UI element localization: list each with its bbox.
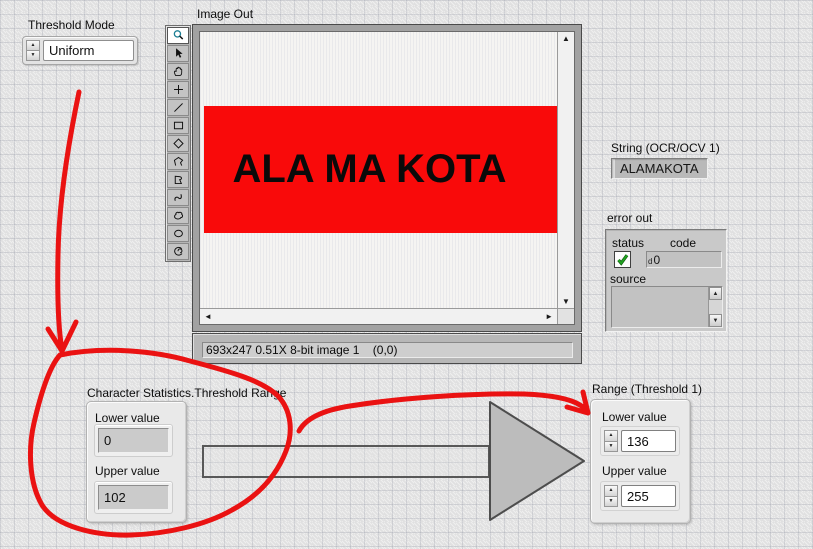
image-toolbar — [165, 25, 191, 262]
character-statistics-cluster: Lower value 0 Upper value 102 — [86, 401, 187, 523]
rectangle-tool-icon — [171, 119, 186, 132]
scroll-up-icon[interactable]: ▲ — [562, 34, 570, 43]
error-status-checkbox — [614, 251, 631, 268]
free-region-tool-button[interactable] — [167, 171, 189, 188]
image-red-band: ALA MA KOTA — [204, 106, 557, 233]
decrement-icon[interactable]: ▼ — [26, 51, 40, 61]
line-tool-icon — [171, 101, 186, 114]
cursor-tool-icon — [171, 47, 186, 60]
rectangle-tool-button[interactable] — [167, 117, 189, 134]
error-code-field: d 0 — [646, 251, 722, 268]
error-code-label: code — [670, 236, 697, 250]
image-vertical-scrollbar[interactable]: ▲ ▼ — [557, 32, 574, 308]
status-checkmark-icon — [617, 254, 629, 266]
range-threshold-label: Range (Threshold 1) — [592, 382, 703, 396]
image-canvas-frame: ALA MA KOTA ▲ ▼ ◄ ► — [199, 31, 575, 325]
scroll-up-icon[interactable]: ▲ — [709, 287, 722, 300]
zoom-tool-icon — [171, 29, 186, 42]
broken-line-tool-icon — [171, 191, 186, 204]
image-out-display: ALA MA KOTA ▲ ▼ ◄ ► — [192, 24, 582, 332]
cs-lower-field: 0 — [94, 424, 173, 457]
oval-tool-button[interactable] — [167, 225, 189, 242]
error-source-field: ▲ ▼ — [611, 286, 723, 328]
line-tool-button[interactable] — [167, 99, 189, 116]
source-scrollbar[interactable]: ▲ ▼ — [708, 287, 722, 327]
labview-front-panel: Threshold Mode ▲ ▼ Uniform Image Out ALA… — [0, 0, 813, 549]
rt-upper-control[interactable]: ▲ ▼ 255 — [600, 481, 680, 511]
annulus-tool-icon — [171, 245, 186, 258]
character-statistics-label: Character Statistics.Threshold Range — [87, 386, 287, 400]
error-status-label: status — [612, 236, 645, 250]
range-threshold-cluster: Lower value ▲ ▼ 136 Upper value ▲ ▼ 255 — [590, 399, 691, 524]
image-text: ALA MA KOTA — [232, 147, 507, 191]
error-code-value: 0 — [653, 252, 661, 267]
rotated-rectangle-tool-icon — [171, 137, 186, 150]
scroll-down-icon[interactable]: ▼ — [709, 314, 722, 327]
image-view[interactable]: ALA MA KOTA — [200, 32, 557, 308]
pan-tool-button[interactable] — [167, 63, 189, 80]
scroll-left-icon[interactable]: ◄ — [204, 312, 212, 321]
freehand-region-tool-icon — [171, 209, 186, 222]
point-tool-button[interactable] — [167, 81, 189, 98]
cs-lower-label: Lower value — [95, 411, 160, 425]
image-horizontal-scrollbar[interactable]: ◄ ► — [200, 308, 557, 324]
oval-tool-icon — [171, 227, 186, 240]
rt-upper-label: Upper value — [602, 464, 667, 478]
cs-upper-field: 102 — [94, 481, 173, 514]
increment-icon[interactable]: ▲ — [604, 485, 618, 497]
rt-lower-label: Lower value — [602, 410, 667, 424]
scroll-right-icon[interactable]: ► — [545, 312, 553, 321]
point-tool-icon — [171, 83, 186, 96]
broken-line-tool-button[interactable] — [167, 189, 189, 206]
threshold-mode-control[interactable]: ▲ ▼ Uniform — [22, 36, 138, 65]
scrollbar-corner — [557, 308, 574, 324]
image-status-bar: 693x247 0.51X 8-bit image 1 (0,0) — [192, 333, 582, 364]
decoration-arrow-shaft — [202, 445, 490, 478]
threshold-mode-value[interactable]: Uniform — [43, 40, 134, 61]
free-region-tool-icon — [171, 173, 186, 186]
polygon-tool-button[interactable] — [167, 153, 189, 170]
rt-upper-spinner[interactable]: ▲ ▼ — [604, 485, 618, 507]
rt-lower-control[interactable]: ▲ ▼ 136 — [600, 426, 680, 456]
rt-lower-spinner[interactable]: ▲ ▼ — [604, 430, 618, 452]
error-out-cluster: status code d 0 source ▲ ▼ — [605, 229, 727, 332]
error-out-label: error out — [607, 211, 653, 225]
code-radix: d — [648, 257, 653, 266]
rt-upper-value[interactable]: 255 — [621, 485, 676, 507]
pan-tool-icon — [171, 65, 186, 78]
decrement-icon[interactable]: ▼ — [604, 441, 618, 452]
ocr-string-label: String (OCR/OCV 1) — [611, 141, 720, 155]
cs-upper-value: 102 — [98, 485, 169, 510]
annotation-arrow-down — [45, 89, 82, 354]
scroll-down-icon[interactable]: ▼ — [562, 297, 570, 306]
rotated-rectangle-tool-button[interactable] — [167, 135, 189, 152]
ocr-string-value: ALAMAKOTA — [611, 158, 708, 179]
rt-lower-value[interactable]: 136 — [621, 430, 676, 452]
annulus-tool-button[interactable] — [167, 243, 189, 260]
threshold-mode-spinner[interactable]: ▲ ▼ — [26, 40, 40, 61]
cursor-tool-button[interactable] — [167, 45, 189, 62]
image-out-label: Image Out — [197, 7, 254, 21]
decrement-icon[interactable]: ▼ — [604, 496, 618, 507]
freehand-region-tool-button[interactable] — [167, 207, 189, 224]
increment-icon[interactable]: ▲ — [26, 40, 40, 51]
decoration-arrow-head — [489, 401, 585, 521]
increment-icon[interactable]: ▲ — [604, 430, 618, 442]
cs-upper-label: Upper value — [95, 464, 160, 478]
image-status-text: 693x247 0.51X 8-bit image 1 (0,0) — [202, 342, 573, 358]
threshold-mode-label: Threshold Mode — [28, 18, 115, 32]
error-source-label: source — [610, 272, 647, 286]
zoom-tool-button[interactable] — [167, 27, 189, 44]
polygon-tool-icon — [171, 155, 186, 168]
cs-lower-value: 0 — [98, 428, 169, 453]
